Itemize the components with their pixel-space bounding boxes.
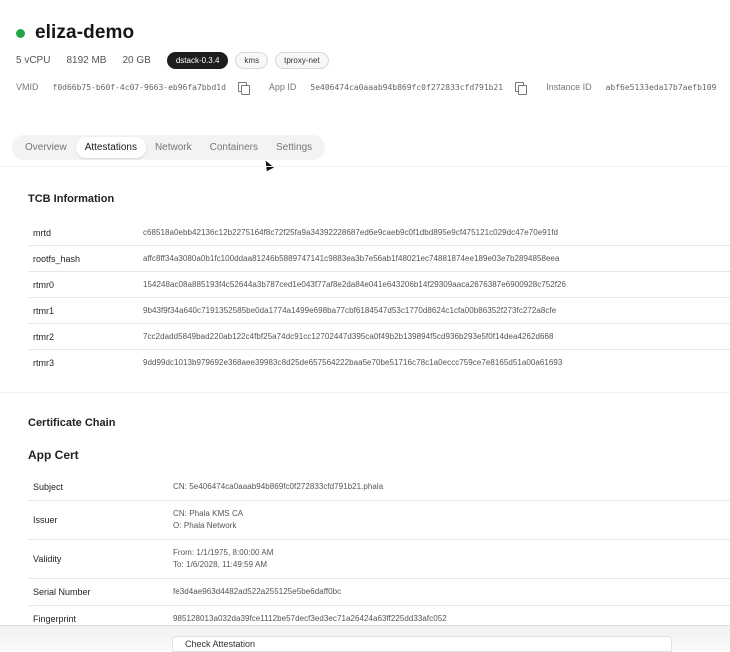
cpu-spec: 5 vCPU xyxy=(16,55,51,66)
tcb-row-rtmr0: rtmr0 154248ac08a885193f4c52644a3b787ced… xyxy=(28,272,730,298)
tcb-key: rtmr1 xyxy=(33,305,54,316)
validity-to: To: 1/6/2028, 11:49:59 AM xyxy=(173,560,268,569)
tab-settings[interactable]: Settings xyxy=(267,137,321,158)
divider xyxy=(0,392,730,393)
tcb-value: 9dd99dc1013b979692e368aee39983c8d25de657… xyxy=(143,358,563,367)
app-header: eliza-demo 5 vCPU 8192 MB 20 GB dstack-0… xyxy=(16,20,730,95)
vmid-label: VMID xyxy=(16,82,39,92)
disk-spec: 20 GB xyxy=(122,55,151,66)
version-badge: dstack-0.3.4 xyxy=(166,52,229,69)
cert-key: Serial Number xyxy=(33,587,91,597)
cert-row-subject: Subject CN: 5e406474ca0aaab94b869fc0f272… xyxy=(28,474,730,501)
tcb-value: 9b43f9f34a640c7191352585be0da1774a1499e6… xyxy=(143,306,557,315)
tcb-value: 154248ac08a885193f4c52644a3b787ced1e043f… xyxy=(143,280,567,289)
tcb-key: rootfs_hash xyxy=(33,253,81,264)
appid-value: 5e406474ca0aaab94b869fc0f272833cfd791b21 xyxy=(310,82,504,92)
tcb-section-title: TCB Information xyxy=(28,193,115,205)
app-title: eliza-demo xyxy=(35,22,135,43)
tcb-value: 7cc2dadd5849bad220ab122c4fbf25a74dc91cc1… xyxy=(143,332,554,341)
divider xyxy=(0,166,730,167)
tab-network[interactable]: Network xyxy=(146,137,201,158)
tcb-row-rtmr1: rtmr1 9b43f9f34a640c7191352585be0da1774a… xyxy=(28,298,730,324)
cert-key: Subject xyxy=(33,482,64,492)
appid-label: App ID xyxy=(268,82,297,92)
cert-value: fe3d4ae963d4482ad522a255125e5be6daff0bc xyxy=(173,587,342,596)
cert-value: CN: Phala KMS CA O: Phala Network xyxy=(173,508,243,532)
tcb-row-rootfs-hash: rootfs_hash affc8ff34a3080a0b1fc100ddaa8… xyxy=(28,246,730,272)
cert-row-serial: Serial Number fe3d4ae963d4482ad522a25512… xyxy=(28,579,730,606)
tcb-key: rtmr0 xyxy=(33,279,54,290)
copy-appid-icon[interactable] xyxy=(515,82,528,95)
app-cert-title: App Cert xyxy=(28,448,79,462)
memory-spec: 8192 MB xyxy=(66,55,107,66)
cert-value: CN: 5e406474ca0aaab94b869fc0f272833cfd79… xyxy=(173,482,384,491)
tcb-value: c68518a0ebb42136c12b2275164f8c72f25fa9a3… xyxy=(143,228,558,237)
tcb-value: affc8ff34a3080a0b1fc100ddaa81246b5889747… xyxy=(143,254,560,263)
tcb-row-mrtd: mrtd c68518a0ebb42136c12b2275164f8c72f25… xyxy=(28,220,730,246)
cert-value: 985128013a032da39fce1112be57decf3ed3ec71… xyxy=(173,614,447,623)
cert-row-validity: Validity From: 1/1/1975, 8:00:00 AM To: … xyxy=(28,540,730,579)
tcb-row-rtmr2: rtmr2 7cc2dadd5849bad220ab122c4fbf25a74d… xyxy=(28,324,730,350)
tcb-key: rtmr2 xyxy=(33,331,54,342)
issuer-o: O: Phala Network xyxy=(173,521,237,530)
tab-overview[interactable]: Overview xyxy=(16,137,76,158)
issuer-cn: CN: Phala KMS CA xyxy=(173,509,244,518)
cert-key: Issuer xyxy=(33,515,58,525)
specs-row: 5 vCPU 8192 MB 20 GB dstack-0.3.4 kms tp… xyxy=(16,52,336,69)
copy-vmid-icon[interactable] xyxy=(237,82,250,95)
tab-bar: Overview Attestations Network Containers… xyxy=(12,135,326,160)
validity-from: From: 1/1/1975, 8:00:00 AM xyxy=(173,548,274,557)
network-badge: tproxy-net xyxy=(275,52,329,69)
cert-value: From: 1/1/1975, 8:00:00 AM To: 1/6/2028,… xyxy=(173,547,273,571)
cert-key: Fingerprint xyxy=(33,614,77,624)
tcb-key: rtmr3 xyxy=(33,357,54,368)
instance-label: Instance ID xyxy=(546,82,592,92)
cert-chain-title: Certificate Chain xyxy=(28,417,116,429)
ids-row: VMID f0d66b75-b60f-4c07-9663-eb96fa7bbd1… xyxy=(16,82,730,95)
tab-containers[interactable]: Containers xyxy=(201,137,267,158)
cert-table: Subject CN: 5e406474ca0aaab94b869fc0f272… xyxy=(28,474,730,632)
tcb-table: mrtd c68518a0ebb42136c12b2275164f8c72f25… xyxy=(28,220,730,375)
mouse-cursor-icon xyxy=(262,158,274,172)
tab-attestations[interactable]: Attestations xyxy=(75,137,146,158)
status-dot-icon xyxy=(16,28,25,38)
kms-badge: kms xyxy=(235,52,269,69)
cert-row-issuer: Issuer CN: Phala KMS CA O: Phala Network xyxy=(28,501,730,540)
tcb-row-rtmr3: rtmr3 9dd99dc1013b979692e368aee39983c8d2… xyxy=(28,350,730,375)
cert-key: Validity xyxy=(33,554,62,564)
tcb-key: mrtd xyxy=(33,227,51,238)
vmid-value: f0d66b75-b60f-4c07-9663-eb96fa7bbd1d xyxy=(52,82,226,92)
instance-value: abf6e5133eda17b7aefb109 xyxy=(605,82,717,92)
